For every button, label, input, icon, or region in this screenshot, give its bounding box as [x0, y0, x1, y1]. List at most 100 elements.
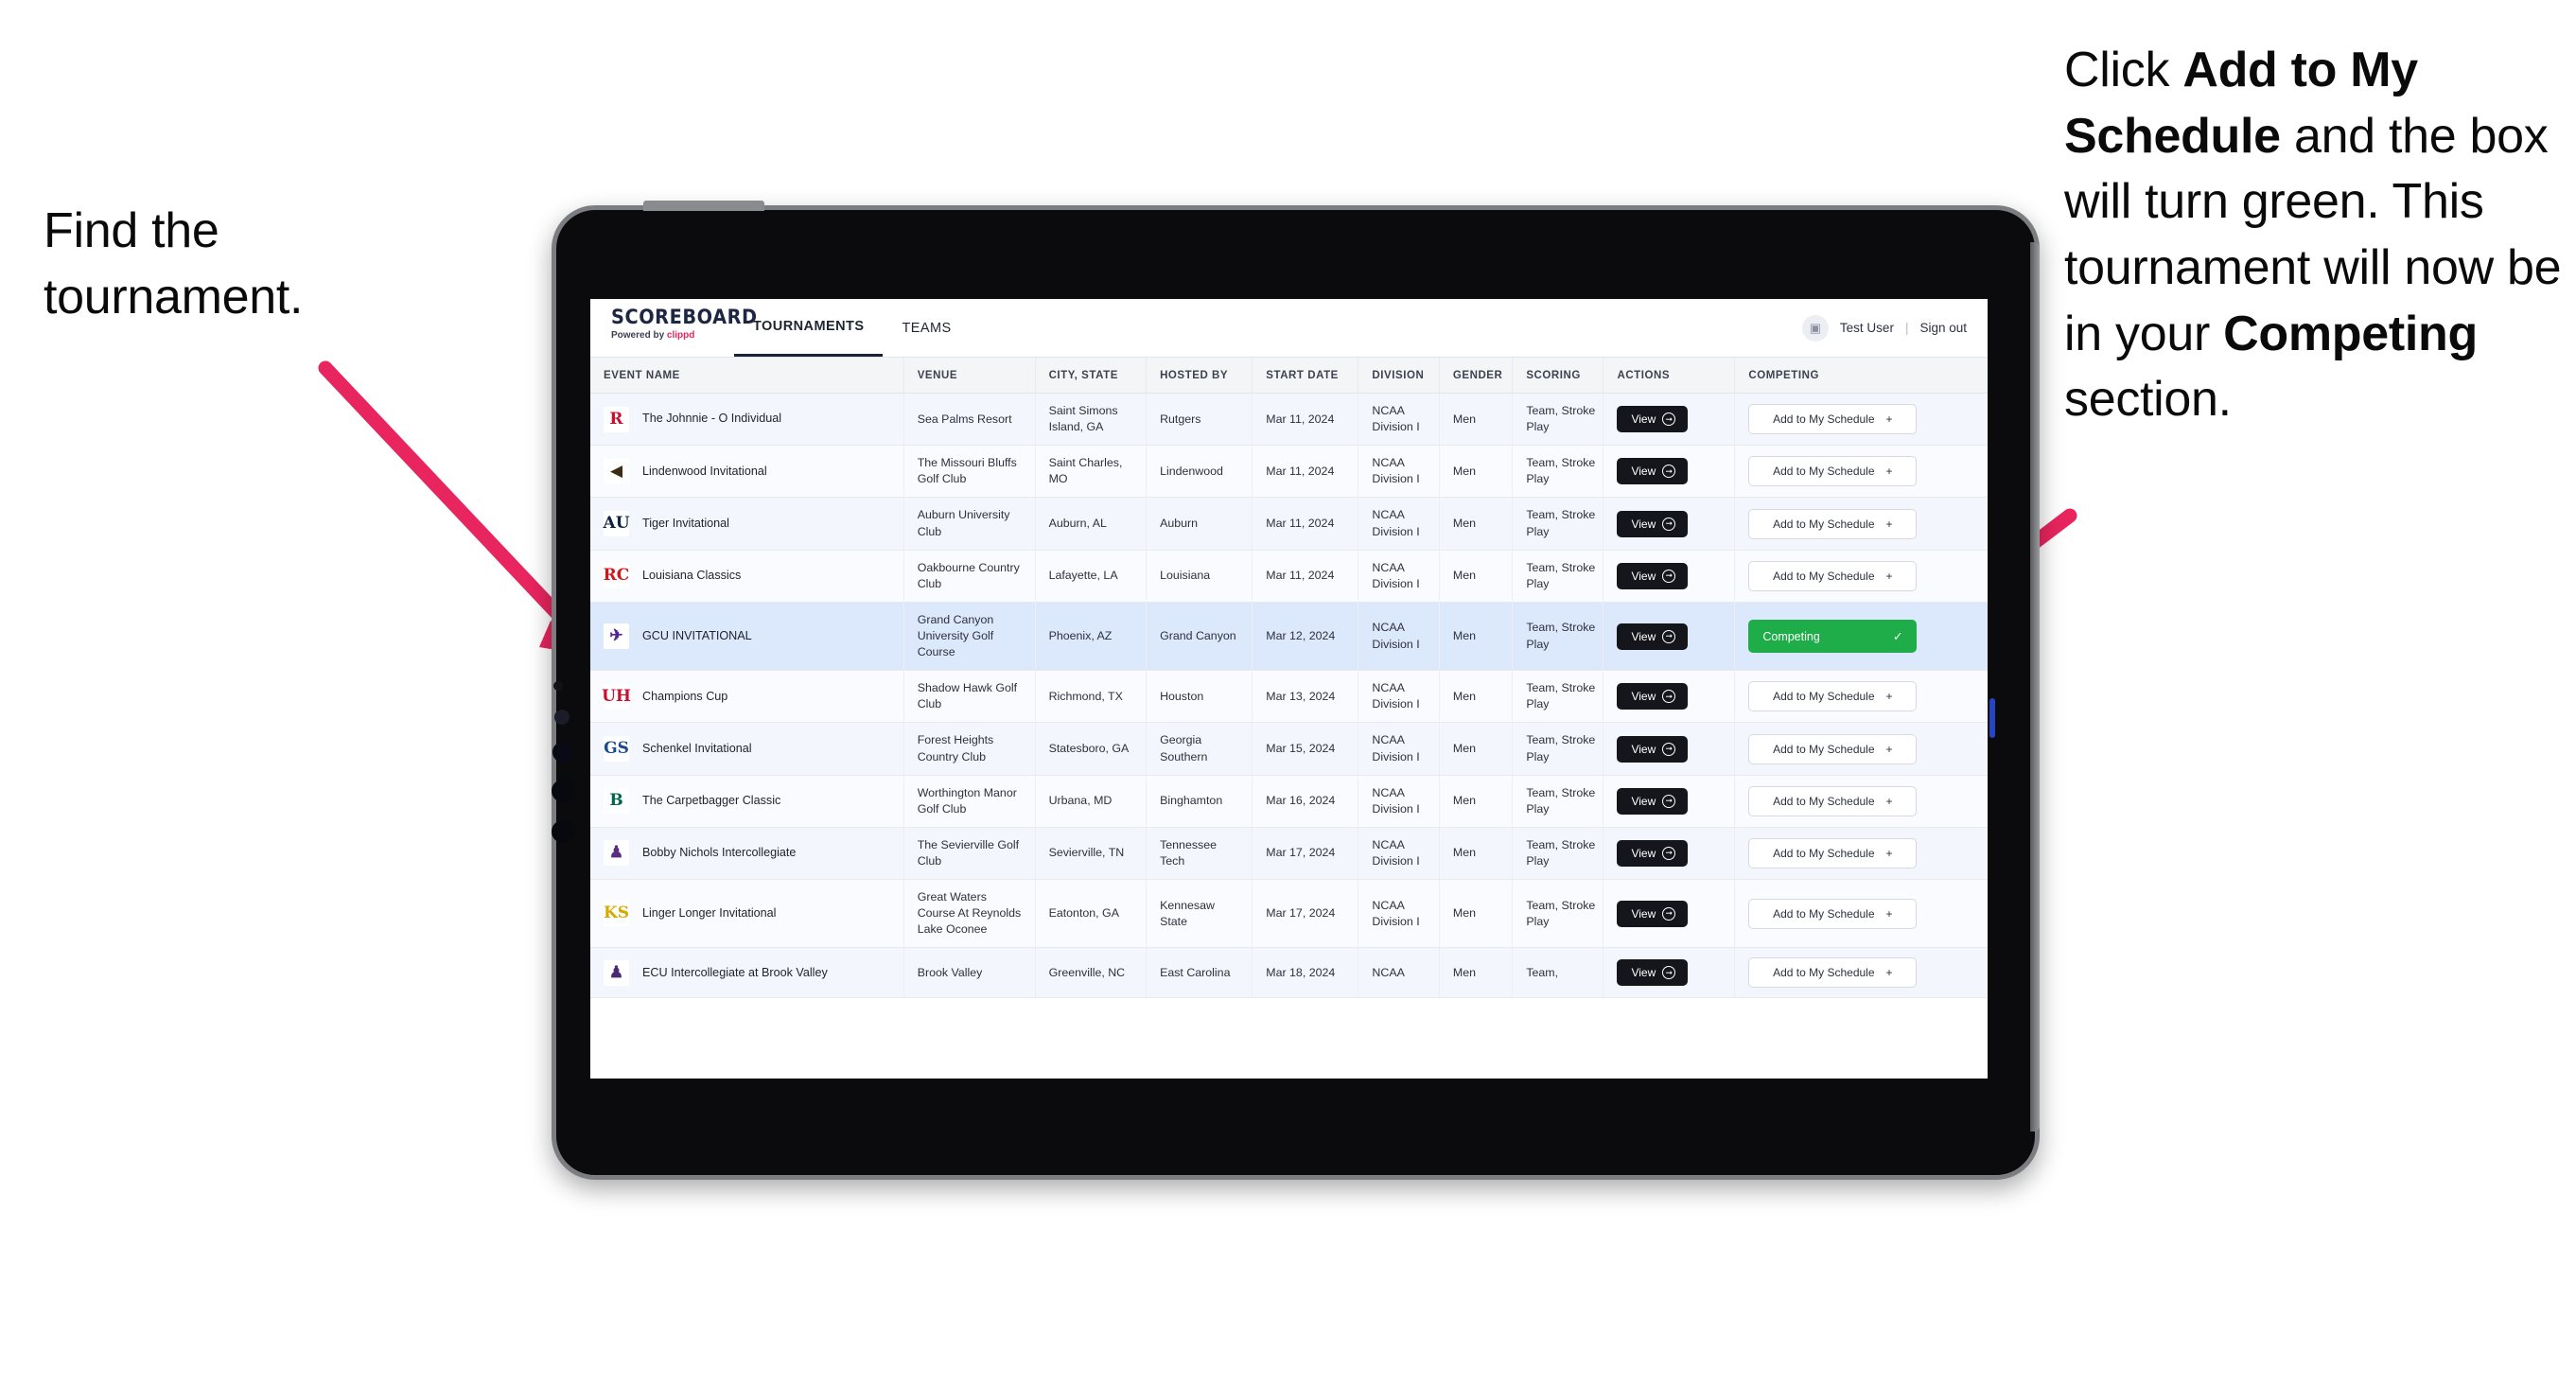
view-button[interactable]: View ➞	[1617, 510, 1689, 537]
arrow-right-circle-icon: ➞	[1662, 966, 1676, 980]
tablet-volume-up-button[interactable]	[552, 742, 573, 763]
add-to-my-schedule-button[interactable]: Add to My Schedule +	[1748, 957, 1918, 989]
add-to-my-schedule-button[interactable]: Add to My Schedule +	[1748, 560, 1918, 591]
table-row[interactable]: B The Carpetbagger Classic Worthington Man…	[590, 775, 1988, 828]
cell-event-name[interactable]: AU Tiger Invitational	[590, 497, 904, 551]
add-to-my-schedule-button[interactable]: Add to My Schedule +	[1748, 404, 1918, 435]
view-button[interactable]: View ➞	[1617, 458, 1689, 485]
col-header-city-state[interactable]: CITY, STATE	[1035, 358, 1148, 394]
add-button-label: Add to My Schedule	[1773, 517, 1875, 531]
user-tile-icon[interactable]: ▣	[1801, 314, 1829, 342]
table-row[interactable]: ◀ Lindenwood Invitational The Missouri Blu…	[590, 445, 1988, 499]
table-row[interactable]: UH Champions Cup Shadow Hawk Golf Club Rich…	[590, 670, 1988, 724]
cell-city-state: Phoenix, AZ	[1035, 602, 1148, 672]
cell-city-state: Statesboro, GA	[1035, 722, 1148, 776]
competing-button[interactable]: Competing ✓	[1748, 620, 1918, 654]
cell-event-name[interactable]: UH Champions Cup	[590, 670, 904, 724]
view-button[interactable]: View ➞	[1617, 623, 1689, 650]
team-logo-icon: ◀	[604, 458, 629, 484]
view-button[interactable]: View ➞	[1617, 900, 1689, 927]
city-state-text: Eatonton, GA	[1048, 906, 1119, 921]
col-header-venue[interactable]: VENUE	[903, 358, 1036, 394]
hosted-by-text: Louisiana	[1160, 569, 1211, 583]
page-scrollbar-thumb[interactable]	[1989, 698, 1995, 738]
view-button[interactable]: View ➞	[1617, 959, 1689, 987]
cell-event-name[interactable]: B The Carpetbagger Classic	[590, 775, 904, 828]
cell-venue: Great Waters Course At Reynolds Lake Oco…	[903, 879, 1036, 949]
tablet-volume-down-button[interactable]	[552, 780, 574, 802]
col-header-actions[interactable]: ACTIONS	[1603, 358, 1736, 394]
cell-event-name[interactable]: RC Louisiana Classics	[590, 550, 904, 603]
cell-event-name[interactable]: KS Linger Longer Invitational	[590, 879, 904, 949]
cell-hosted-by: Louisiana	[1146, 550, 1253, 603]
cell-division: NCAA Division I	[1358, 670, 1440, 724]
view-button[interactable]: View ➞	[1617, 787, 1689, 815]
hosted-by-text: East Carolina	[1160, 965, 1231, 979]
cell-event-name[interactable]: ✈ GCU INVITATIONAL	[590, 602, 904, 672]
plus-icon: +	[1885, 465, 1893, 479]
cell-event-name[interactable]: ♟ ECU Intercollegiate at Brook Valley	[590, 947, 904, 999]
view-button-label: View	[1631, 569, 1656, 583]
table-row[interactable]: AU Tiger Invitational Auburn University Cl…	[590, 497, 1988, 551]
team-logo-icon: GS	[604, 736, 629, 763]
venue-text: Sea Palms Resort	[917, 412, 1012, 426]
team-logo-icon: ✈	[604, 623, 629, 650]
venue-text: Brook Valley	[917, 965, 983, 979]
cell-start-date: Mar 12, 2024	[1252, 602, 1359, 672]
user-name[interactable]: Test User	[1840, 321, 1894, 335]
cell-venue: Shadow Hawk Golf Club	[903, 670, 1036, 724]
add-button-label: Add to My Schedule	[1773, 846, 1875, 860]
tab-teams[interactable]: TEAMS	[883, 299, 970, 357]
col-header-start-date[interactable]: START DATE	[1252, 358, 1359, 394]
competing-button-label: Competing	[1762, 629, 1820, 643]
view-button[interactable]: View ➞	[1617, 406, 1689, 433]
cell-event-name[interactable]: GS Schenkel Invitational	[590, 722, 904, 776]
add-to-my-schedule-button[interactable]: Add to My Schedule +	[1748, 837, 1918, 868]
brand-logo[interactable]: SCOREBOARD Powered by clippd	[590, 299, 757, 357]
add-to-my-schedule-button[interactable]: Add to My Schedule +	[1748, 733, 1918, 764]
col-header-scoring[interactable]: SCORING	[1512, 358, 1604, 394]
cell-start-date: Mar 11, 2024	[1252, 497, 1359, 551]
sign-out-link[interactable]: Sign out	[1919, 321, 1967, 335]
cell-gender: Men	[1439, 602, 1514, 672]
scoring-text: Team, Stroke Play	[1526, 456, 1596, 486]
col-header-gender[interactable]: GENDER	[1439, 358, 1514, 394]
tablet-top-button[interactable]	[643, 201, 764, 211]
add-button-label: Add to My Schedule	[1773, 465, 1875, 479]
add-to-my-schedule-button[interactable]: Add to My Schedule +	[1748, 681, 1918, 712]
cell-competing: Add to My Schedule +	[1734, 879, 1988, 949]
cell-start-date: Mar 11, 2024	[1252, 445, 1359, 499]
add-to-my-schedule-button[interactable]: Add to My Schedule +	[1748, 898, 1918, 929]
table-row[interactable]: ♟ ECU Intercollegiate at Brook Valley Broo…	[590, 947, 1988, 999]
cell-event-name[interactable]: ♟ Bobby Nichols Intercollegiate	[590, 827, 904, 881]
venue-text: Grand Canyon University Golf Course	[917, 612, 994, 659]
table-row[interactable]: ✈ GCU INVITATIONAL Grand Canyon University…	[590, 602, 1988, 672]
cell-city-state: Auburn, AL	[1035, 497, 1148, 551]
view-button-label: View	[1631, 906, 1656, 921]
start-date-text: Mar 17, 2024	[1266, 846, 1336, 860]
add-to-my-schedule-button[interactable]: Add to My Schedule +	[1748, 785, 1918, 816]
table-row[interactable]: ♟ Bobby Nichols Intercollegiate The Sevier…	[590, 827, 1988, 881]
view-button[interactable]: View ➞	[1617, 839, 1689, 867]
start-date-text: Mar 11, 2024	[1266, 412, 1335, 426]
table-row[interactable]: RC Louisiana Classics Oakbourne Country Cl…	[590, 550, 1988, 603]
table-row[interactable]: KS Linger Longer Invitational Great Waters…	[590, 879, 1988, 949]
view-button[interactable]: View ➞	[1617, 683, 1689, 711]
cell-event-name[interactable]: R The Johnnie - O Individual	[590, 393, 904, 447]
col-header-hosted-by[interactable]: HOSTED BY	[1146, 358, 1253, 394]
view-button[interactable]: View ➞	[1617, 735, 1689, 763]
cell-event-name[interactable]: ◀ Lindenwood Invitational	[590, 445, 904, 499]
col-header-division[interactable]: DIVISION	[1358, 358, 1440, 394]
col-header-competing[interactable]: COMPETING	[1734, 358, 1988, 394]
tablet-side-button[interactable]	[552, 820, 574, 843]
cell-scoring: Team, Stroke Play	[1512, 445, 1604, 499]
table-row[interactable]: GS Schenkel Invitational Forest Heights Co…	[590, 722, 1988, 776]
col-header-event-name[interactable]: EVENT NAME	[590, 358, 904, 394]
tab-tournaments[interactable]: TOURNAMENTS	[734, 299, 884, 357]
hosted-by-text: Tennessee Tech	[1160, 837, 1218, 868]
view-button[interactable]: View ➞	[1617, 562, 1689, 589]
add-to-my-schedule-button[interactable]: Add to My Schedule +	[1748, 456, 1918, 487]
add-to-my-schedule-button[interactable]: Add to My Schedule +	[1748, 508, 1918, 539]
tablet-side-pin	[553, 681, 563, 691]
table-row[interactable]: R The Johnnie - O Individual Sea Palms Res…	[590, 393, 1988, 447]
